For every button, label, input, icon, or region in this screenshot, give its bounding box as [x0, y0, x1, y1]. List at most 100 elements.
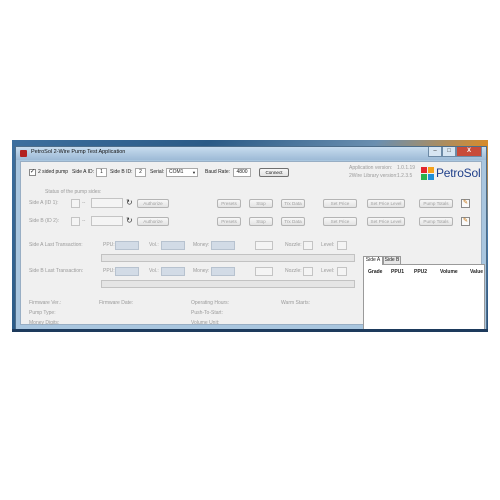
side-a-extra-field [255, 241, 273, 250]
side-a-label: Side A (ID 1): [29, 200, 59, 206]
side-b-ppu-field [115, 267, 139, 276]
tab-side-b[interactable]: Side B [383, 256, 401, 264]
tab-side-a[interactable]: Side A [363, 256, 383, 265]
screenshot-area: PetroSol 2-Wire Pump Test Application – … [12, 140, 488, 332]
side-b-money-label: Money: [193, 268, 210, 274]
refresh-icon[interactable]: ↻ [126, 199, 133, 207]
side-a-ppu-field [115, 241, 139, 250]
side-b-set-price-level-button[interactable]: Set Price Level [367, 217, 405, 226]
money-digits-label: Money Digits: [29, 320, 60, 326]
side-a-set-price-button[interactable]: Set Price [323, 199, 357, 208]
side-b-nozzle-label: Nozzle: [285, 268, 302, 274]
side-a-status-field [91, 198, 123, 208]
connect-button[interactable]: Connect [259, 168, 289, 177]
side-a-authorize-button[interactable]: Authorize [137, 199, 169, 208]
side-b-status-indicator [71, 217, 80, 226]
side-b-trx-data-button[interactable]: Trx Data [281, 217, 305, 226]
two-sided-checkbox[interactable]: ✓ [29, 169, 36, 176]
grid-header-grade: Grade [368, 269, 383, 275]
side-a-id-label: Side A ID: [72, 169, 94, 175]
side-b-set-price-button[interactable]: Set Price [323, 217, 357, 226]
side-b-level-label: Level: [321, 268, 335, 274]
petrosol-logo-mark [421, 166, 434, 180]
side-a-money-label: Money: [193, 242, 210, 248]
app-window: PetroSol 2-Wire Pump Test Application – … [15, 146, 487, 330]
pump-status-label: Status of the pump sides: [45, 189, 102, 195]
side-b-id-label: Side B ID: [110, 169, 133, 175]
side-a-trx-data-button[interactable]: Trx Data [281, 199, 305, 208]
side-b-stop-button[interactable]: Stop [249, 217, 273, 226]
serial-select[interactable]: COM1 ▼ [166, 168, 198, 177]
side-b-progress-bar [101, 280, 355, 288]
pencil-icon[interactable]: ✎ [461, 217, 470, 226]
side-a-nozzle-field [303, 241, 313, 250]
grid-header-value: Value [470, 269, 484, 275]
side-a-nozzle-label: Nozzle: [285, 242, 302, 248]
side-b-authorize-button[interactable]: Authorize [137, 217, 169, 226]
firmware-date-label: Firmware Date: [99, 300, 134, 306]
close-button[interactable]: X [456, 147, 482, 157]
serial-label: Serial: [150, 169, 165, 175]
side-a-vol-label: Vol.: [149, 242, 159, 248]
serial-value: COM1 [169, 169, 184, 175]
taskbar-strip [12, 329, 488, 332]
window-title: PetroSol 2-Wire Pump Test Application [31, 149, 126, 155]
baud-field[interactable]: 4800 [233, 168, 251, 177]
tab-panel: Grade PPU1 PPU2 Volume Value [363, 264, 485, 330]
side-b-nozzle-dash: -- [82, 218, 86, 224]
side-a-money-field [211, 241, 235, 250]
firmware-ver-label: Firmware Ver.: [29, 300, 62, 306]
side-a-ppu-label: PPU: [103, 242, 115, 248]
side-b-money-field [211, 267, 235, 276]
side-b-last-trx-label: Side B Last Transaction: [29, 268, 84, 274]
side-b-label: Side B (ID 2): [29, 218, 60, 224]
side-b-level-field [337, 267, 347, 276]
two-sided-label: 2 sided pump [38, 169, 69, 175]
lib-version-label: 2Wire Library version: [349, 173, 398, 179]
side-a-progress-bar [101, 254, 355, 262]
lib-version-value: 1.2.3.5 [397, 173, 413, 179]
refresh-icon[interactable]: ↻ [126, 217, 133, 225]
side-b-vol-label: Vol.: [149, 268, 159, 274]
title-bar[interactable]: PetroSol 2-Wire Pump Test Application – … [16, 147, 486, 160]
logo-text: PetroSol [436, 166, 481, 180]
side-b-status-field [91, 216, 123, 226]
side-a-nozzle-dash: -- [82, 200, 86, 206]
side-b-pump-totals-button[interactable]: Pump Totals [419, 217, 453, 226]
side-a-level-field [337, 241, 347, 250]
side-b-ppu-label: PPU: [103, 268, 115, 274]
volume-unit-label: Volume Unit: [191, 320, 220, 326]
side-b-vol-field [161, 267, 185, 276]
operating-hours-label: Operating Hours: [191, 300, 230, 306]
side-a-status-indicator [71, 199, 80, 208]
baud-label: Baud Rate: [205, 169, 231, 175]
pump-type-label: Pump Type: [29, 310, 56, 316]
app-icon [20, 150, 27, 157]
minimize-button[interactable]: – [428, 147, 442, 157]
side-a-set-price-level-button[interactable]: Set Price Level [367, 199, 405, 208]
app-version-label: Application version: [349, 165, 393, 171]
push-to-start-label: Push-To-Start: [191, 310, 223, 316]
pencil-icon[interactable]: ✎ [461, 199, 470, 208]
maximize-button[interactable]: □ [442, 147, 456, 157]
grid-header-volume: Volume [440, 269, 458, 275]
side-a-presets-button[interactable]: Presets [217, 199, 241, 208]
app-version-value: 1.0.1.19 [397, 165, 416, 171]
side-b-nozzle-field [303, 267, 313, 276]
grid-header-ppu2: PPU2 [414, 269, 428, 275]
side-a-level-label: Level: [321, 242, 335, 248]
chevron-down-icon: ▼ [192, 170, 196, 175]
side-b-extra-field [255, 267, 273, 276]
side-a-id-field[interactable]: 1 [96, 168, 107, 177]
side-a-pump-totals-button[interactable]: Pump Totals [419, 199, 453, 208]
grid-header-ppu1: PPU1 [391, 269, 405, 275]
client-area: ✓ 2 sided pump Side A ID: 1 Side B ID: 2… [20, 161, 485, 330]
side-b-id-field[interactable]: 2 [135, 168, 146, 177]
petrosol-logo: PetroSol [421, 166, 481, 180]
side-a-vol-field [161, 241, 185, 250]
side-tabs: Side A Side B Grade PPU1 PPU2 Volume Val… [363, 256, 485, 330]
side-a-stop-button[interactable]: Stop [249, 199, 273, 208]
side-a-last-trx-label: Side A Last Transaction: [29, 242, 83, 248]
side-b-presets-button[interactable]: Presets [217, 217, 241, 226]
warm-starts-label: Warm Starts: [281, 300, 310, 306]
